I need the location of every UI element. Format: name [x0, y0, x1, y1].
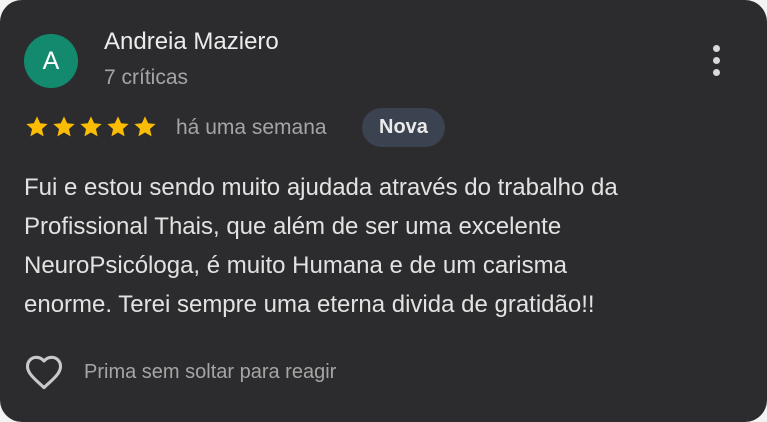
more-vert-icon-dot: [712, 68, 720, 76]
review-text-line: enorme. Terei sempre uma eterna divida d…: [24, 291, 595, 318]
avatar-initial: A: [42, 46, 60, 75]
reviewer-name[interactable]: Andreia Maziero: [104, 28, 279, 56]
review-text-line: Profissional Thais, que além de ser uma …: [24, 213, 562, 240]
new-badge: Nova: [362, 108, 445, 147]
star-icon: [26, 116, 48, 137]
more-vert-icon-dot: [712, 56, 720, 64]
review-text-line: Fui e estou sendo muito ajudada através …: [24, 174, 618, 201]
star-icon: [107, 116, 129, 137]
review-card: A Andreia Maziero 7 críticas há uma sema…: [0, 0, 767, 422]
more-options-button[interactable]: [696, 38, 736, 82]
star-icon: [80, 116, 102, 137]
more-vert-icon-dot: [712, 44, 720, 52]
review-time: há uma semana: [176, 116, 327, 139]
star-icon: [134, 116, 156, 137]
heart-outline-icon[interactable]: [22, 350, 66, 394]
reviews-count: 7 críticas: [104, 66, 189, 89]
avatar[interactable]: A: [24, 34, 78, 88]
react-label: Prima sem soltar para reagir: [84, 360, 337, 383]
review-text-line: NeuroPsicóloga, é muito Humana e de um c…: [24, 252, 567, 279]
new-badge-label: Nova: [379, 116, 428, 138]
star-rating: [24, 114, 158, 140]
star-icon: [53, 116, 75, 137]
review-text: Fui e estou sendo muito ajudada através …: [24, 168, 744, 324]
react-button[interactable]: Prima sem soltar para reagir: [22, 350, 336, 394]
